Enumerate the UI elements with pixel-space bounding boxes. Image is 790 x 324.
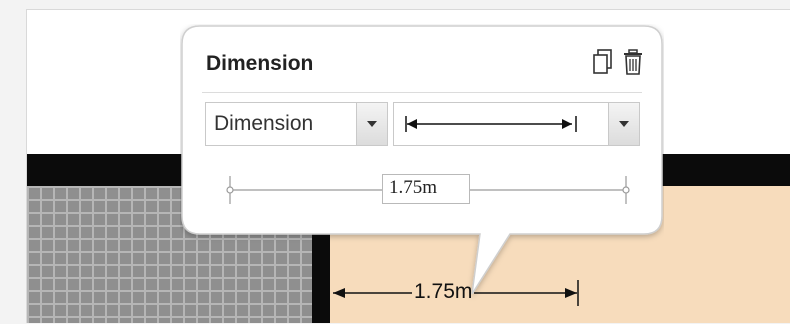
chevron-down-icon [619,121,629,127]
trash-icon[interactable] [622,48,644,76]
popover-title: Dimension [206,52,314,75]
arrow-style-preview [405,116,577,132]
chevron-down-icon [367,121,377,127]
measurement-input[interactable]: 1.75m [382,174,470,204]
dimension-type-value: Dimension [214,112,314,135]
popover-divider [202,92,642,93]
arrow-style-select[interactable] [393,102,640,146]
arrow-style-dropdown-button[interactable] [608,103,639,145]
dimension-type-select[interactable]: Dimension [205,102,388,146]
measurement-row: 1.75m [180,164,664,214]
popover-actions [592,48,644,76]
duplicate-icon[interactable] [592,48,614,76]
dimension-type-dropdown-button[interactable] [356,103,387,145]
dimension-popover: Dimension Dimension 1.75m [180,24,664,295]
